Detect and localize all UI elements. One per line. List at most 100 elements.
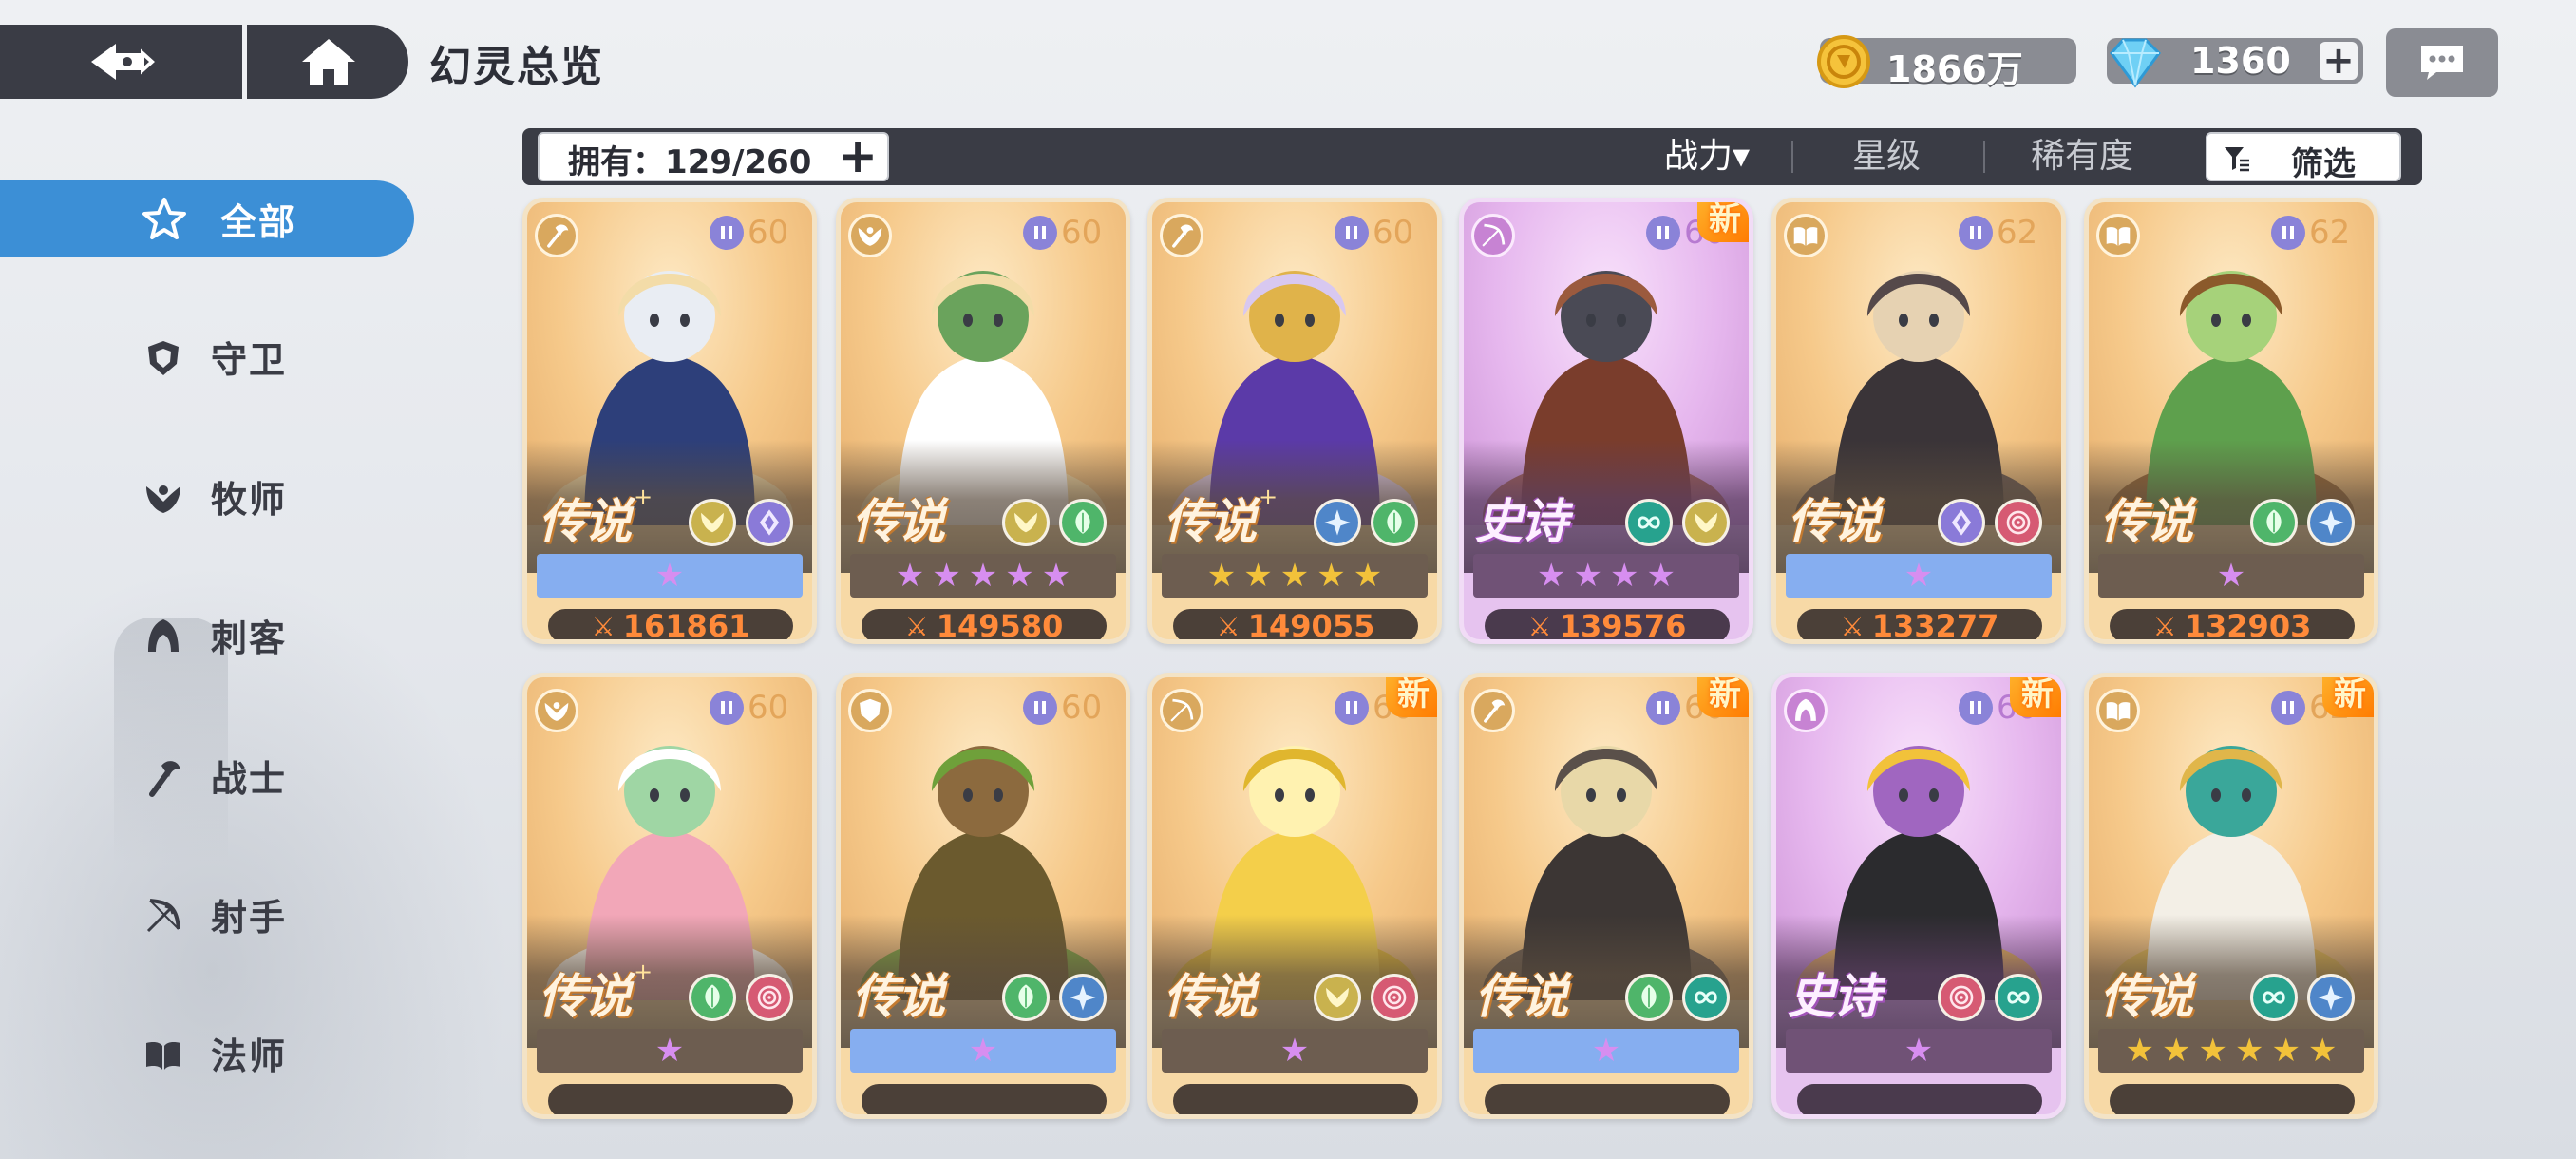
star-icon: ★ [2235, 1032, 2264, 1070]
class-badge [1471, 689, 1515, 732]
star-icon: ★ [2271, 1032, 2301, 1070]
star-rating: ★ [1162, 1029, 1428, 1073]
tier-icon [1959, 216, 1993, 250]
rarity-label: 传说 [1788, 494, 1881, 549]
infinity-emblem-icon [2250, 974, 2298, 1021]
sort-power-button[interactable]: 战力▾ [1664, 131, 1750, 182]
combat-power [1173, 1084, 1418, 1114]
character-card[interactable]: 60新史诗★★★★⚔139576 [1459, 198, 1753, 644]
tier-icon [1335, 216, 1369, 250]
character-card[interactable]: 60新传说★ [1459, 673, 1753, 1119]
header-divider [242, 25, 247, 99]
leaf-emblem-icon [689, 974, 736, 1021]
character-card[interactable]: 60新传说★ [1147, 673, 1442, 1119]
infinity-emblem-icon [1995, 974, 2042, 1021]
character-level: 60 [748, 214, 789, 252]
sidebar-item-archer[interactable]: 射手 [0, 876, 414, 952]
crossed-swords-icon: ⚔ [1216, 610, 1241, 642]
class-badge [1160, 214, 1203, 257]
sidebar-item-priest[interactable]: 牧师 [0, 458, 414, 534]
star-icon: ★ [654, 1032, 685, 1070]
tier-icon [1646, 691, 1680, 725]
tier-bars-icon [1970, 226, 1981, 239]
rarity-label: 传说 [1164, 969, 1257, 1024]
character-card[interactable]: 60 传说 + ★ [522, 673, 817, 1119]
star-icon: ★ [1646, 557, 1676, 595]
combat-power [1485, 1084, 1730, 1114]
tier-bars-icon [1346, 226, 1357, 239]
tier-bars-icon [2282, 226, 2294, 239]
new-badge: 新 [1697, 202, 1749, 242]
power-value: 132903 [2184, 608, 2312, 644]
assassin-hood-icon [1795, 698, 1816, 721]
book-icon [2106, 702, 2131, 721]
bow-icon [1170, 698, 1194, 722]
diamond-gem-icon [2110, 38, 2161, 88]
class-badge [1471, 214, 1515, 257]
star-icon: ★ [1904, 1032, 1934, 1070]
class-badge [535, 214, 578, 257]
home-button[interactable] [249, 25, 408, 99]
character-card[interactable]: 60 传说 + ★ ⚔ 161861 [522, 198, 817, 644]
filter-button[interactable]: 筛选 [2206, 132, 2401, 183]
owned-count-box[interactable]: 拥有：129/260 + [538, 132, 889, 181]
character-card[interactable]: 60 传说 ★ [836, 673, 1130, 1119]
character-level: 60 [1061, 689, 1103, 727]
expand-slots-button[interactable]: + [838, 132, 878, 180]
sidebar-item-warrior[interactable]: 战士 [0, 737, 414, 813]
character-card[interactable]: 62 传说 ★ ⚔ 133277 [1771, 198, 2066, 644]
gold-amount: 1866万 [1886, 48, 2023, 90]
sidebar-item-guard[interactable]: 守卫 [0, 318, 414, 394]
rarity-label: 传说 [539, 969, 632, 1024]
class-badge [848, 689, 892, 732]
combat-power [1797, 1084, 2042, 1114]
character-card[interactable]: 62 传说 ★ ⚔ 132903 [2084, 198, 2378, 644]
tier-bars-icon [1657, 226, 1669, 239]
power-value: 133277 [1871, 608, 1999, 644]
new-badge: 新 [1697, 677, 1749, 717]
star-rating: ★ [850, 1029, 1116, 1073]
rarity-label: 史诗 [1788, 969, 1881, 1024]
star-rating: ★ [1786, 1029, 2052, 1073]
star-icon: ★ [968, 1032, 998, 1070]
rarity-label: 传说 [539, 494, 632, 549]
back-button[interactable] [0, 25, 242, 99]
combat-power: ⚔ 132903 [2110, 608, 2355, 644]
sidebar-item-assassin[interactable]: 刺客 [0, 597, 414, 673]
chat-button[interactable] [2386, 28, 2498, 97]
add-gems-button[interactable]: + [2320, 42, 2358, 80]
sort-rarity-button[interactable]: 稀有度 [2031, 131, 2133, 182]
star-rating: ★ ★ ★ ★ ★ [1162, 554, 1428, 598]
tier-bars-icon [2282, 701, 2294, 714]
sidebar-item-all[interactable]: 全部 [0, 180, 414, 256]
star-icon: ★ [654, 557, 685, 595]
combat-power: ⚔ 161861 [548, 608, 793, 639]
sidebar-item-label: 战士 [211, 757, 288, 800]
character-card[interactable]: 60新史诗★ [1771, 673, 2066, 1119]
character-level: 60 [1373, 214, 1414, 252]
sort-stars-button[interactable]: 星级 [1852, 131, 1921, 182]
character-card[interactable]: 60 传说 ★ ★ ★ ★ ★ ⚔ 149580 [836, 198, 1130, 644]
priest-wing-icon [858, 227, 882, 246]
rarity-label: 传说 [2100, 494, 2193, 549]
sort-divider [1983, 141, 1985, 173]
star-icon: ★ [1537, 557, 1566, 595]
all-star-icon [142, 198, 186, 239]
character-card[interactable]: 62新传说★★★★★★ [2084, 673, 2378, 1119]
tier-bars-icon [721, 701, 732, 714]
power-value: 139576 [1559, 608, 1687, 644]
sidebar-item-mage[interactable]: 法师 [0, 1015, 414, 1091]
new-badge: 新 [2010, 677, 2061, 717]
owned-count: 拥有：129/260 [568, 143, 812, 181]
gem-amount: 1360 [2190, 40, 2291, 82]
sidebar-item-label: 刺客 [211, 617, 288, 659]
crossed-swords-icon: ⚔ [1527, 610, 1552, 642]
star-icon: ★ [1005, 557, 1034, 595]
filter-label: 筛选 [2291, 145, 2356, 183]
book-icon [146, 1042, 180, 1070]
star-icon: ★ [1610, 557, 1639, 595]
bow-icon [146, 899, 180, 933]
star-icon: ★ [1279, 557, 1310, 595]
infinity-emblem-icon [1625, 499, 1673, 546]
character-card[interactable]: 60 传说 + ★ ★ ★ ★ ★ ⚔ 149055 [1147, 198, 1442, 644]
